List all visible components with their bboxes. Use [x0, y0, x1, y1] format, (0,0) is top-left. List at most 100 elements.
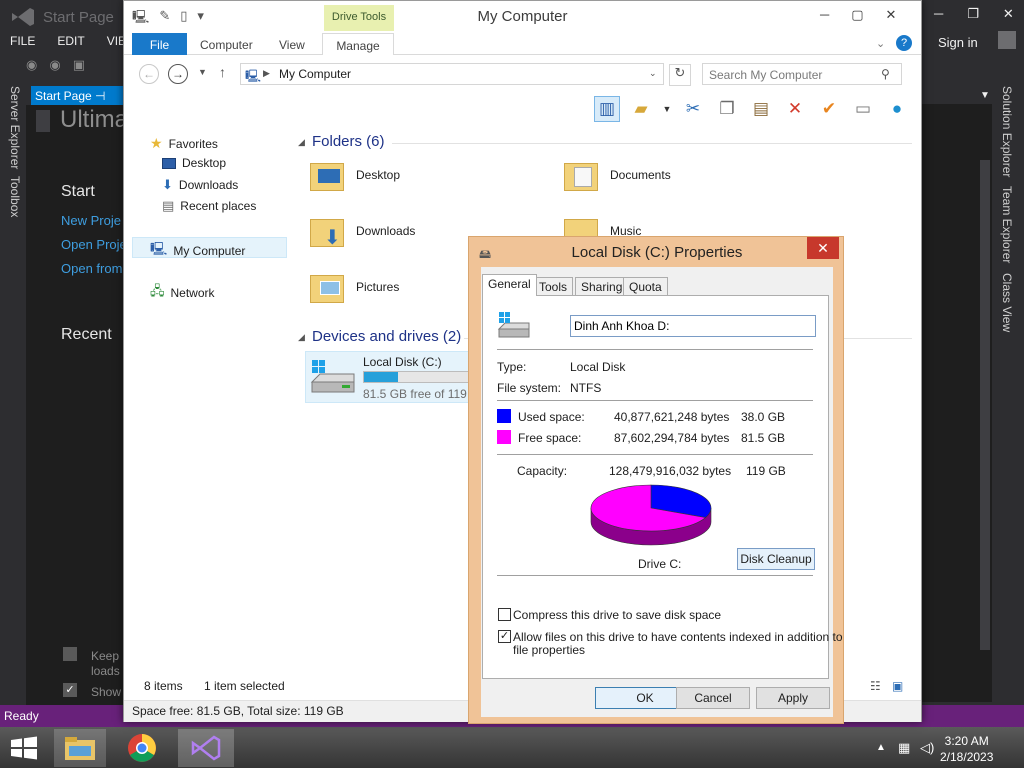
nav-network[interactable]: 🖧 Network: [150, 282, 215, 304]
devices-group-header[interactable]: Devices and drives (2): [312, 328, 461, 345]
tab-sharing[interactable]: Sharing: [575, 277, 629, 296]
forward-icon[interactable]: ◉: [49, 57, 60, 73]
views-folder-icon[interactable]: ▰: [628, 96, 654, 122]
up-arrow-icon[interactable]: ↑: [219, 64, 226, 80]
back-button[interactable]: ←: [139, 64, 159, 84]
start-page-tab[interactable]: Start Page ⊣: [31, 86, 123, 105]
capacity-label: Capacity:: [517, 464, 568, 478]
folder-desktop[interactable]: Desktop: [310, 159, 400, 191]
forward-button[interactable]: →: [168, 64, 188, 84]
compress-checkbox[interactable]: [498, 608, 511, 621]
open-from-link[interactable]: Open from: [61, 261, 122, 276]
menu-edit[interactable]: EDIT: [57, 34, 84, 48]
nav-downloads-label: Downloads: [178, 178, 239, 192]
folder-pictures[interactable]: Pictures: [310, 271, 399, 303]
folders-group-header[interactable]: Folders (6): [312, 133, 385, 150]
chrome-taskbar-button[interactable]: [118, 729, 166, 767]
minimize-icon[interactable]: ─: [934, 6, 943, 22]
show-hidden-icons-icon[interactable]: ▲: [876, 742, 886, 753]
nav-favorites[interactable]: ★ Favorites: [150, 135, 218, 152]
sign-in-link[interactable]: Sign in: [938, 35, 978, 50]
start-button[interactable]: [0, 729, 48, 767]
drive-label-input[interactable]: [570, 315, 816, 337]
properties-icon[interactable]: ▭: [850, 96, 876, 122]
folder-documents[interactable]: Documents: [564, 159, 671, 191]
help-icon[interactable]: ?: [896, 35, 912, 51]
close-icon[interactable]: ✕: [886, 7, 897, 23]
tab-tools[interactable]: Tools: [533, 277, 574, 296]
recent-locations-icon[interactable]: ▼: [198, 67, 207, 77]
address-bar[interactable]: 🖳 ▶ My Computer ⌄: [240, 63, 664, 85]
views-dropdown-icon[interactable]: ▼: [662, 96, 672, 122]
nav-downloads[interactable]: ⬇ Downloads: [162, 177, 238, 193]
tab-computer[interactable]: Computer: [200, 33, 253, 55]
keep-checkbox[interactable]: [63, 647, 77, 661]
ribbon-expand-icon[interactable]: ⌄: [876, 37, 885, 50]
collapse-folders-icon[interactable]: ◢: [298, 137, 305, 148]
copy-icon[interactable]: ❐: [714, 96, 740, 122]
globe-icon[interactable]: ●: [884, 96, 910, 122]
collapse-devices-icon[interactable]: ◢: [298, 332, 305, 343]
tab-quota[interactable]: Quota: [623, 277, 668, 296]
status-item-count: 8 items: [144, 679, 183, 693]
disk-usage-pie-chart: [590, 484, 712, 546]
file-explorer-taskbar-button[interactable]: [54, 729, 106, 767]
visual-studio-taskbar-button[interactable]: [178, 729, 234, 767]
nav-recent-places[interactable]: ▤ Recent places: [162, 198, 256, 214]
user-avatar-icon[interactable]: [998, 31, 1016, 49]
search-icon[interactable]: ⚲: [881, 67, 890, 81]
dialog-close-button[interactable]: ✕: [807, 237, 839, 259]
nav-desktop[interactable]: Desktop: [162, 156, 226, 170]
disk-cleanup-button[interactable]: Disk Cleanup: [737, 548, 815, 570]
tiles-view-icon[interactable]: ▣: [892, 679, 903, 693]
minimize-icon[interactable]: ─: [820, 7, 829, 23]
folders-divider: [392, 143, 912, 144]
volume-icon[interactable]: ◁): [920, 740, 934, 756]
maximize-icon[interactable]: ▢: [851, 7, 863, 23]
rename-check-icon[interactable]: ✔: [816, 96, 842, 122]
refresh-icon[interactable]: ↻: [669, 64, 691, 86]
vs-menu-bar: FILE EDIT VIEW: [10, 34, 137, 48]
open-project-link[interactable]: Open Proje: [61, 237, 127, 252]
type-label: Type:: [497, 360, 527, 374]
file-system-value: NTFS: [570, 381, 602, 395]
nav-my-computer-label: My Computer: [173, 244, 246, 258]
address-dropdown-icon[interactable]: ⌄: [649, 68, 657, 79]
toolbox-tab[interactable]: Toolbox: [8, 176, 22, 217]
show-checkbox[interactable]: ✓: [63, 683, 77, 697]
team-explorer-tab[interactable]: Team Explorer: [1000, 186, 1014, 263]
class-view-tab[interactable]: Class View: [1000, 273, 1014, 332]
solution-explorer-tab[interactable]: Solution Explorer: [1000, 86, 1014, 177]
server-explorer-tab[interactable]: Server Explorer: [8, 86, 22, 169]
tab-general[interactable]: General: [482, 274, 537, 296]
tab-view[interactable]: View: [279, 33, 305, 55]
vs-toolbar: ◉ ◉ ▣: [26, 57, 85, 73]
search-input[interactable]: Search My Computer ⚲: [702, 63, 902, 85]
index-checkbox[interactable]: ✓: [498, 630, 511, 643]
start-page-heading: Ultima: [60, 106, 129, 133]
menu-file[interactable]: FILE: [10, 34, 35, 48]
apply-button[interactable]: Apply: [756, 687, 830, 709]
back-icon[interactable]: ◉: [26, 57, 37, 73]
close-icon[interactable]: ✕: [1003, 6, 1014, 22]
breadcrumb-chevron-icon[interactable]: ▶: [263, 68, 270, 79]
layout-pane-icon[interactable]: ▥: [594, 96, 620, 122]
paste-icon[interactable]: ▤: [748, 96, 774, 122]
taskbar-clock[interactable]: 3:20 AM 2/18/2023: [940, 733, 993, 765]
restore-icon[interactable]: ❐: [967, 6, 979, 22]
tab-manage[interactable]: Manage: [322, 33, 394, 55]
drive-c-tile[interactable]: Local Disk (C:) 81.5 GB free of 119 GB: [305, 351, 488, 403]
nav-my-computer[interactable]: 🖳 My Computer: [150, 240, 245, 262]
delete-icon[interactable]: ✕: [782, 96, 808, 122]
pin-icon[interactable]: ⊣: [95, 89, 105, 103]
cancel-button[interactable]: Cancel: [676, 687, 750, 709]
details-view-icon[interactable]: ☷: [870, 679, 881, 693]
dropdown-arrow-icon[interactable]: ▼: [980, 90, 990, 101]
network-tray-icon[interactable]: ▦: [898, 740, 910, 756]
new-project-link[interactable]: New Proje: [61, 213, 121, 228]
folder-downloads[interactable]: ⬇ Downloads: [310, 215, 415, 249]
vs-vertical-scrollbar[interactable]: [980, 160, 990, 650]
cut-icon[interactable]: ✂: [680, 96, 706, 122]
tab-file[interactable]: File: [132, 33, 187, 55]
new-project-icon[interactable]: ▣: [73, 57, 85, 73]
